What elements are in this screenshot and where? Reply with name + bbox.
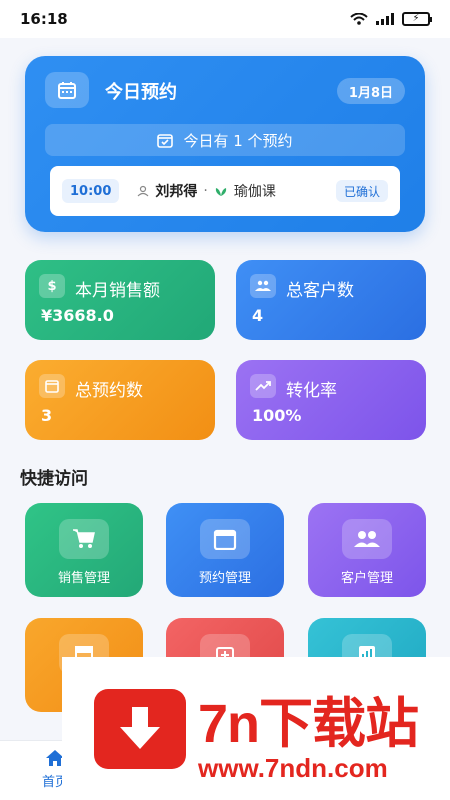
- status-icons: ⚡: [350, 12, 432, 26]
- quick-access-title: 快捷访问: [20, 469, 88, 489]
- stat-value: 100%: [252, 406, 302, 425]
- watermark-url: www.7ndn.com: [198, 753, 388, 783]
- stat-label: 本月销售额: [75, 281, 160, 301]
- stat-label: 转化率: [286, 381, 337, 401]
- today-appointments-card[interactable]: 今日预约 1月8日 今日有 1 个预约 10:00 刘邦得 · 瑜伽课 已确认: [25, 56, 425, 232]
- stat-card-total-customers[interactable]: 总客户数 4: [236, 260, 426, 340]
- status-time: 16:18: [20, 10, 68, 28]
- tile-label: 销售管理: [57, 571, 110, 586]
- trend-icon: [250, 374, 276, 398]
- cart-icon: [59, 519, 109, 559]
- calendar-icon: [39, 374, 65, 398]
- watermark-banner: 7n下载站 www.7ndn.com: [62, 657, 450, 800]
- tile-customer-management[interactable]: 客户管理: [308, 503, 426, 597]
- tile-label: 预约管理: [198, 571, 251, 586]
- stat-value: 4: [252, 306, 264, 325]
- stat-card-conversion-rate[interactable]: 转化率 100%: [236, 360, 426, 440]
- group-icon: [250, 274, 276, 298]
- calendar-icon: [200, 519, 250, 559]
- wifi-icon: [350, 13, 368, 25]
- status-badge: 已确认: [335, 180, 388, 202]
- course-name: 瑜伽课: [233, 184, 276, 200]
- calendar-icon: [45, 72, 89, 108]
- today-title: 今日预约: [105, 82, 177, 103]
- stat-label: 总预约数: [75, 381, 143, 401]
- dollar-icon: $: [39, 274, 65, 298]
- person-icon: [137, 185, 149, 197]
- calendar-check-icon: [157, 134, 174, 148]
- watermark-title: 7n下载站: [198, 694, 419, 754]
- tile-appointment-management[interactable]: 预约管理: [166, 503, 284, 597]
- stat-card-monthly-sales[interactable]: $ 本月销售额 ¥3668.0: [25, 260, 215, 340]
- status-bar: 16:18 ⚡: [0, 0, 450, 38]
- group-icon: [342, 519, 392, 559]
- appointment-time: 10:00: [62, 179, 120, 203]
- stat-label: 总客户数: [286, 281, 354, 301]
- customer-name: 刘邦得: [155, 184, 198, 200]
- leaf-icon: [215, 188, 226, 196]
- signal-icon: [376, 13, 394, 25]
- appointment-item[interactable]: 10:00 刘邦得 · 瑜伽课 已确认: [50, 166, 400, 216]
- stat-value: 3: [41, 406, 53, 425]
- stat-value: ¥3668.0: [41, 306, 114, 325]
- battery-charging-icon: ⚡: [402, 12, 432, 26]
- appointment-count-bar: 今日有 1 个预约: [45, 124, 405, 156]
- tile-sales-management[interactable]: 销售管理: [25, 503, 143, 597]
- stat-card-total-appointments[interactable]: 总预约数 3: [25, 360, 215, 440]
- date-badge: 1月8日: [336, 78, 405, 104]
- tile-label: 客户管理: [340, 571, 393, 586]
- appointment-count-text: 今日有 1 个预约: [183, 131, 293, 150]
- download-logo-icon: [94, 689, 186, 769]
- separator-dot: ·: [203, 183, 208, 199]
